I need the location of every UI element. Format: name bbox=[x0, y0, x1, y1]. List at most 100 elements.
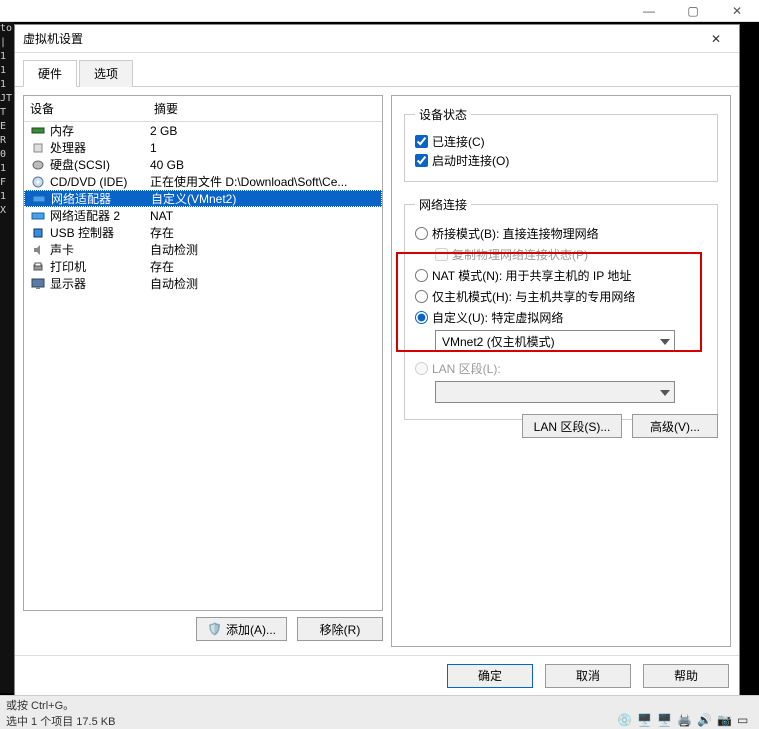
cancel-button[interactable]: 取消 bbox=[545, 664, 631, 688]
tray-icon[interactable]: 🔊 bbox=[697, 713, 713, 727]
hardware-row-name: 内存 bbox=[50, 122, 74, 139]
connected-checkbox-row[interactable]: 已连接(C) bbox=[415, 133, 707, 150]
custom-radio-row[interactable]: 自定义(U): 特定虚拟网络 bbox=[415, 309, 707, 326]
background-terminal-gutter: to | 1 1 1 JT T E R 0 1 F 1 X bbox=[0, 22, 14, 693]
hardware-row-summary: 存在 bbox=[150, 224, 376, 241]
help-button[interactable]: 帮助 bbox=[643, 664, 729, 688]
hardware-row-name: 显示器 bbox=[50, 275, 86, 292]
bridged-radio-row[interactable]: 桥接模式(B): 直接连接物理网络 bbox=[415, 225, 707, 242]
hardware-row-summary: 自动检测 bbox=[150, 241, 376, 258]
hostonly-radio-row[interactable]: 仅主机模式(H): 与主机共享的专用网络 bbox=[415, 288, 707, 305]
network-connection-legend: 网络连接 bbox=[415, 196, 471, 213]
connect-at-poweron-checkbox[interactable] bbox=[415, 154, 428, 167]
hardware-row[interactable]: 显示器自动检测 bbox=[24, 275, 382, 292]
hardware-row-name: USB 控制器 bbox=[50, 224, 114, 241]
hardware-row-name: 网络适配器 bbox=[51, 190, 111, 207]
custom-radio[interactable] bbox=[415, 311, 428, 324]
shield-icon: 🛡️ bbox=[207, 622, 222, 636]
hardware-row[interactable]: 网络适配器 自定义(VMnet2) bbox=[24, 190, 382, 207]
tray-icon[interactable]: 🖨️ bbox=[677, 713, 693, 727]
hardware-row[interactable]: CD/DVD (IDE) 正在使用文件 D:\Download\Soft\Ce..… bbox=[24, 173, 382, 190]
replicate-checkbox-row: 复制物理网络连接状态(P) bbox=[435, 246, 707, 263]
hardware-table: 设备 摘要 内存2 GB处理器1硬盘(SCSI)40 GBCD/DVD (IDE… bbox=[23, 95, 383, 611]
col-summary: 摘要 bbox=[154, 100, 178, 117]
hardware-row[interactable]: 打印机存在 bbox=[24, 258, 382, 275]
lan-segment-label: LAN 区段(L): bbox=[432, 360, 501, 377]
status-line-1: 或按 Ctrl+G。 bbox=[6, 697, 753, 713]
hardware-row-name: CD/DVD (IDE) bbox=[50, 175, 127, 189]
dialog-close-button[interactable]: ✕ bbox=[701, 29, 731, 49]
usb-icon bbox=[30, 226, 46, 240]
hardware-row-name: 打印机 bbox=[50, 258, 86, 275]
tray-icon[interactable]: 💿 bbox=[617, 713, 633, 727]
status-bar: 或按 Ctrl+G。 选中 1 个项目 17.5 KB 💿 🖥️ 🖥️ 🖨️ 🔊… bbox=[0, 695, 759, 729]
cd-icon bbox=[30, 175, 46, 189]
parent-window-chrome: — ▢ ✕ bbox=[0, 0, 759, 22]
sound-icon bbox=[30, 243, 46, 257]
parent-close-button[interactable]: ✕ bbox=[715, 0, 759, 22]
hardware-row-summary: 自定义(VMnet2) bbox=[151, 190, 375, 207]
hardware-row[interactable]: 硬盘(SCSI) 40 GB bbox=[24, 156, 382, 173]
bridged-label: 桥接模式(B): 直接连接物理网络 bbox=[432, 225, 599, 242]
properties-panel: 设备状态 已连接(C) 启动时连接(O) 网络连接 桥接模式(B): 直接连接物 bbox=[391, 95, 731, 647]
connected-label: 已连接(C) bbox=[432, 133, 485, 150]
custom-vmnet-value: VMnet2 (仅主机模式) bbox=[442, 333, 555, 350]
cpu-icon bbox=[30, 141, 46, 155]
vm-settings-dialog: 虚拟机设置 ✕ 硬件 选项 设备 摘要 内存 2 GB处理器1硬盘(SCSI) 40… bbox=[14, 24, 740, 696]
connect-at-poweron-checkbox-row[interactable]: 启动时连接(O) bbox=[415, 152, 707, 169]
hardware-row[interactable]: 处理器1 bbox=[24, 139, 382, 156]
tab-options[interactable]: 选项 bbox=[79, 60, 133, 87]
lan-segments-button[interactable]: LAN 区段(S)... bbox=[522, 414, 622, 438]
lan-segment-select bbox=[435, 381, 675, 403]
dialog-footer: 确定 取消 帮助 bbox=[15, 655, 739, 695]
tray-icon[interactable]: 🖥️ bbox=[657, 713, 673, 727]
chevron-down-icon bbox=[660, 334, 670, 348]
tray-icon[interactable]: 📷 bbox=[717, 713, 733, 727]
display-icon bbox=[30, 277, 46, 291]
hardware-row[interactable]: 内存 2 GB bbox=[24, 122, 382, 139]
device-status-group: 设备状态 已连接(C) 启动时连接(O) bbox=[404, 106, 718, 182]
chevron-down-icon bbox=[660, 385, 670, 399]
remove-button[interactable]: 移除(R) bbox=[297, 617, 383, 641]
nat-radio-row[interactable]: NAT 模式(N): 用于共享主机的 IP 地址 bbox=[415, 267, 707, 284]
device-status-legend: 设备状态 bbox=[415, 106, 471, 123]
lan-segment-radio bbox=[415, 362, 428, 375]
hardware-row-name: 硬盘(SCSI) bbox=[50, 156, 110, 173]
net-icon bbox=[31, 192, 47, 206]
hardware-row-summary: 正在使用文件 D:\Download\Soft\Ce... bbox=[150, 173, 376, 190]
col-device: 设备 bbox=[30, 100, 154, 117]
hardware-row-summary: NAT bbox=[150, 209, 376, 223]
dialog-title: 虚拟机设置 bbox=[23, 30, 701, 47]
bridged-radio[interactable] bbox=[415, 227, 428, 240]
dialog-titlebar[interactable]: 虚拟机设置 ✕ bbox=[15, 25, 739, 53]
hardware-row-summary: 40 GB bbox=[150, 158, 376, 172]
nat-label: NAT 模式(N): 用于共享主机的 IP 地址 bbox=[432, 267, 631, 284]
add-button-label: 添加(A)... bbox=[226, 621, 276, 638]
hardware-row-name: 网络适配器 2 bbox=[50, 207, 120, 224]
parent-maximize-button[interactable]: ▢ bbox=[671, 0, 715, 22]
mem-icon bbox=[30, 124, 46, 138]
custom-vmnet-select[interactable]: VMnet2 (仅主机模式) bbox=[435, 330, 675, 352]
tray-icon[interactable]: 🖥️ bbox=[637, 713, 653, 727]
hostonly-label: 仅主机模式(H): 与主机共享的专用网络 bbox=[432, 288, 635, 305]
connected-checkbox[interactable] bbox=[415, 135, 428, 148]
lan-segment-radio-row: LAN 区段(L): bbox=[415, 360, 707, 377]
nat-radio[interactable] bbox=[415, 269, 428, 282]
ok-button[interactable]: 确定 bbox=[447, 664, 533, 688]
custom-label: 自定义(U): 特定虚拟网络 bbox=[432, 309, 563, 326]
hardware-row[interactable]: 网络适配器 2 NAT bbox=[24, 207, 382, 224]
system-tray: 💿 🖥️ 🖥️ 🖨️ 🔊 📷 ▭ bbox=[617, 713, 753, 727]
add-button[interactable]: 🛡️ 添加(A)... bbox=[196, 617, 287, 641]
replicate-checkbox bbox=[435, 248, 448, 261]
tab-hardware[interactable]: 硬件 bbox=[23, 60, 77, 87]
hardware-row[interactable]: USB 控制器 存在 bbox=[24, 224, 382, 241]
advanced-button[interactable]: 高级(V)... bbox=[632, 414, 718, 438]
parent-minimize-button[interactable]: — bbox=[627, 0, 671, 22]
hardware-row[interactable]: 声卡 自动检测 bbox=[24, 241, 382, 258]
hardware-row-name: 声卡 bbox=[50, 241, 74, 258]
printer-icon bbox=[30, 260, 46, 274]
hostonly-radio[interactable] bbox=[415, 290, 428, 303]
hardware-row-summary: 2 GB bbox=[150, 124, 376, 138]
tray-icon[interactable]: ▭ bbox=[737, 713, 753, 727]
disk-icon bbox=[30, 158, 46, 172]
